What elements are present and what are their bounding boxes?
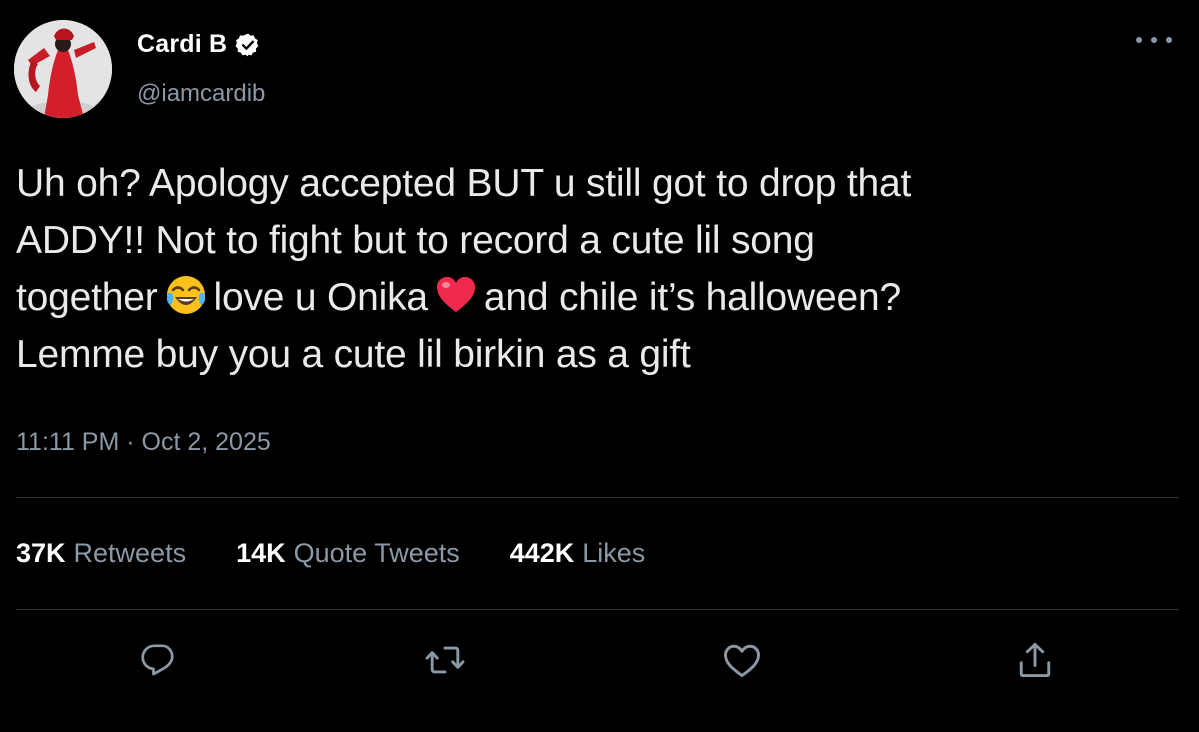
share-icon: [1019, 642, 1051, 678]
quote-tweets-label: Quote Tweets: [293, 538, 460, 568]
author-name-row[interactable]: Cardi B: [137, 30, 261, 59]
reply-button[interactable]: [131, 632, 187, 688]
red-heart-emoji-icon: [434, 273, 478, 317]
tweet-timestamp[interactable]: 11:11 PM · Oct 2, 2025: [16, 428, 271, 457]
reply-icon: [141, 644, 174, 676]
verified-badge-icon: [235, 32, 261, 58]
like-button[interactable]: [714, 632, 770, 688]
author-handle[interactable]: @iamcardib: [137, 80, 265, 108]
retweets-label: Retweets: [73, 538, 187, 568]
tweet-line: ADDY!! Not to fight but to record a cute…: [16, 219, 815, 262]
likes-label: Likes: [582, 538, 646, 568]
avatar[interactable]: [14, 20, 112, 118]
tweet-line-segment: and chile it’s halloween?: [483, 276, 901, 319]
more-options-icon[interactable]: [1136, 30, 1172, 50]
retweets-stat[interactable]: 37K Retweets: [16, 538, 186, 569]
avatar-image: [14, 20, 112, 118]
engagement-stats: 37K Retweets 14K Quote Tweets 442K Likes: [16, 538, 645, 569]
like-icon: [724, 644, 760, 678]
quote-tweets-stat[interactable]: 14K Quote Tweets: [236, 538, 460, 569]
tweet-line-segment: together: [16, 276, 158, 319]
divider: [16, 609, 1179, 610]
likes-count: 442K: [509, 538, 575, 568]
divider: [16, 497, 1179, 498]
quote-tweets-count: 14K: [236, 538, 286, 568]
display-name[interactable]: Cardi B: [137, 30, 227, 59]
action-bar: [0, 632, 1199, 692]
likes-stat[interactable]: 442K Likes: [510, 538, 646, 569]
share-button[interactable]: [1007, 632, 1063, 688]
tweet-line: Lemme buy you a cute lil birkin as a gif…: [16, 333, 691, 376]
retweet-icon: [425, 646, 465, 674]
tweet-card: Cardi B @iamcardib Uh oh? Apology accept…: [0, 0, 1199, 732]
tweet-line: Uh oh? Apology accepted BUT u still got …: [16, 162, 912, 205]
tweet-text: Uh oh? Apology accepted BUT u still got …: [16, 155, 1176, 383]
retweets-count: 37K: [16, 538, 66, 568]
laughing-crying-emoji-icon: [164, 273, 208, 317]
tweet-line: together love u Onika and chile it’s hal…: [16, 269, 1176, 326]
retweet-button[interactable]: [417, 632, 473, 688]
tweet-line-segment: love u Onika: [213, 276, 429, 319]
